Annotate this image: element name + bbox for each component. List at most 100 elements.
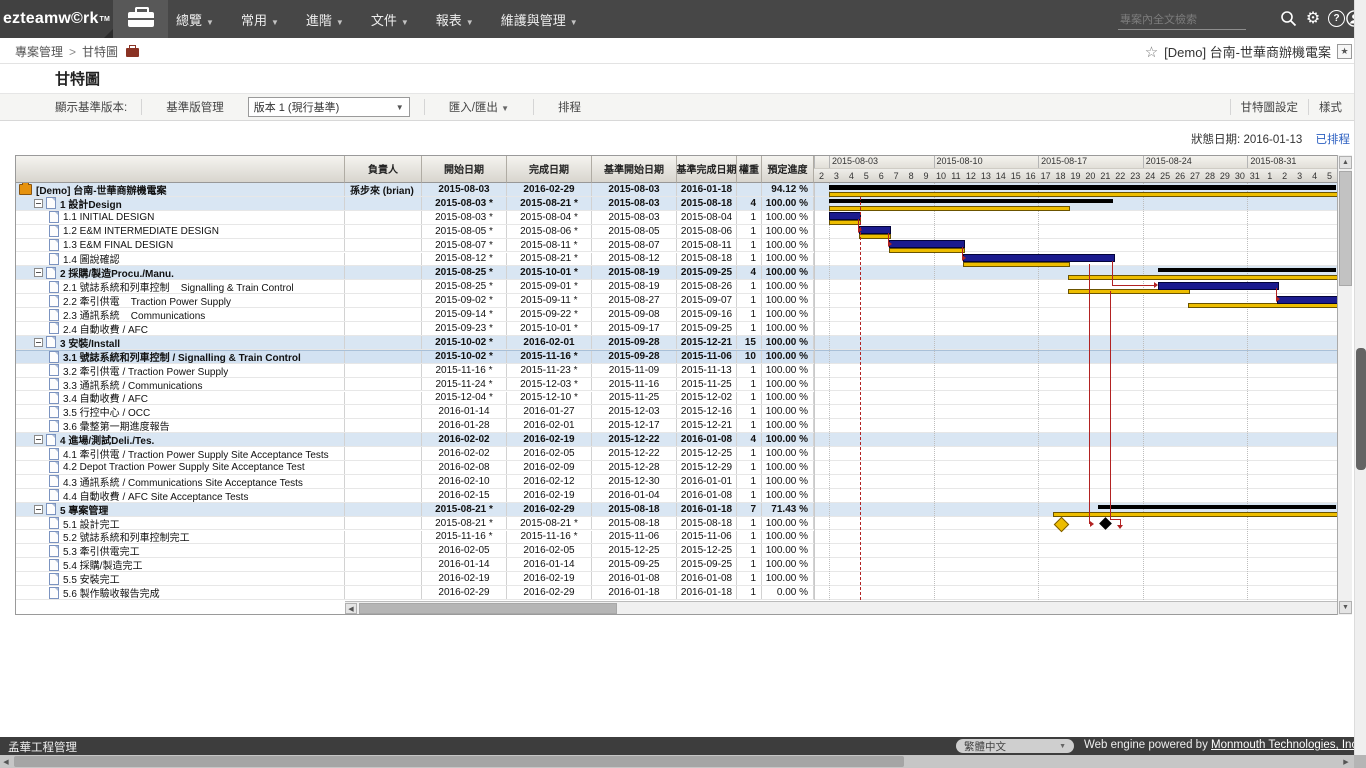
- browser-vscroll-thumb[interactable]: [1356, 348, 1366, 470]
- import-export-button[interactable]: 匯入/匯出 ▼: [439, 99, 519, 115]
- scheduled-link[interactable]: 已排程: [1316, 134, 1351, 146]
- baseline-manage-button[interactable]: 基準版管理: [156, 99, 234, 115]
- task-row[interactable]: 5.4 採購/製造完工2016-01-142016-01-142015-09-2…: [15, 558, 1337, 572]
- column-header[interactable]: 基準完成日期: [677, 155, 737, 183]
- app-logo[interactable]: ezteamw©rkTM: [0, 0, 113, 38]
- gear-icon[interactable]: ⚙: [1304, 10, 1322, 28]
- task-row[interactable]: 3 安裝/Install2015-10-02 *2016-02-012015-0…: [15, 336, 1337, 350]
- gantt-bar-summary[interactable]: [1098, 505, 1336, 509]
- gantt-bar-baseline[interactable]: [889, 248, 966, 253]
- task-row[interactable]: 4.2 Depot Traction Power Supply Site Acc…: [15, 461, 1337, 475]
- gantt-bar-baseline[interactable]: [829, 192, 1338, 197]
- collapse-expander-icon[interactable]: [34, 435, 43, 444]
- task-row[interactable]: 2.4 自動收費 / AFC2015-09-23 *2015-10-01 *20…: [15, 322, 1337, 336]
- scroll-down-arrow[interactable]: ▼: [1339, 601, 1352, 614]
- browser-hscroll-thumb[interactable]: [14, 756, 904, 767]
- gantt-bar-actual[interactable]: [963, 254, 1114, 262]
- gantt-bar-actual[interactable]: [859, 226, 891, 234]
- scroll-left-arrow[interactable]: ◀: [345, 603, 357, 614]
- project-star-badge-icon[interactable]: ★: [1337, 44, 1352, 59]
- task-name-cell: 2 採購/製造Procu./Manu.: [15, 266, 345, 279]
- search-icon[interactable]: [1280, 10, 1298, 28]
- column-header[interactable]: 完成日期: [507, 155, 592, 183]
- breadcrumb-section[interactable]: 專案管理: [15, 45, 63, 59]
- gantt-bar-summary[interactable]: [829, 199, 1113, 203]
- gantt-bar-baseline[interactable]: [829, 206, 1070, 211]
- browser-horizontal-scrollbar[interactable]: ◀ ▶: [0, 755, 1366, 768]
- collapse-expander-icon[interactable]: [34, 199, 43, 208]
- browser-vertical-scrollbar[interactable]: [1354, 0, 1366, 755]
- scroll-left-arrow[interactable]: ◀: [0, 756, 12, 767]
- baseline-version-select[interactable]: 版本 1 (現行基準)▼: [248, 97, 410, 117]
- collapse-expander-icon[interactable]: [34, 268, 43, 277]
- task-row[interactable]: 5.2 號誌系統和列車控制完工2015-11-16 *2015-11-16 *2…: [15, 531, 1337, 545]
- collapse-expander-icon[interactable]: [34, 505, 43, 514]
- gantt-bar-actual[interactable]: [829, 212, 861, 220]
- task-row[interactable]: 3.6 彙整第一期進度報告2016-01-282016-02-012015-12…: [15, 419, 1337, 433]
- style-button[interactable]: 樣式: [1309, 99, 1352, 115]
- menu-item[interactable]: 常用▼: [241, 10, 279, 29]
- gantt-bar-baseline[interactable]: [1053, 512, 1338, 517]
- task-row[interactable]: 4 進場/測試Deli./Tes.2016-02-022016-02-19201…: [15, 433, 1337, 447]
- gantt-bar-baseline[interactable]: [1068, 289, 1190, 294]
- gantt-bar-actual[interactable]: [1277, 296, 1338, 304]
- column-header[interactable]: 權重: [737, 155, 762, 183]
- menu-item[interactable]: 維護與管理▼: [501, 10, 578, 29]
- column-header[interactable]: 開始日期: [422, 155, 507, 183]
- task-row[interactable]: 1.2 E&M INTERMEDIATE DESIGN2015-08-05 *2…: [15, 225, 1337, 239]
- column-header[interactable]: 預定進度: [762, 155, 814, 183]
- help-icon[interactable]: ?: [1328, 10, 1346, 28]
- gantt-bar-actual[interactable]: [889, 240, 966, 248]
- timeline-day-cell: 13: [978, 168, 994, 183]
- collapse-expander-icon[interactable]: [34, 338, 43, 347]
- gantt-settings-button[interactable]: 甘特圖設定: [1231, 99, 1309, 115]
- gantt-bar-baseline[interactable]: [829, 220, 861, 225]
- search-input[interactable]: [1118, 9, 1250, 31]
- gantt-bar-summary[interactable]: [829, 185, 1336, 190]
- gantt-bar-baseline[interactable]: [1188, 303, 1338, 308]
- menu-item[interactable]: 總覽▼: [176, 10, 214, 29]
- task-row[interactable]: 2.3 通訊系統 Communications2015-09-14 *2015-…: [15, 308, 1337, 322]
- task-row[interactable]: 5.5 安裝完工2016-02-192016-02-192016-01-0820…: [15, 572, 1337, 586]
- menu-item[interactable]: 文件▼: [371, 10, 409, 29]
- task-row[interactable]: 3.2 牽引供電 / Traction Power Supply2015-11-…: [15, 364, 1337, 378]
- workspace-button[interactable]: [113, 0, 168, 38]
- task-row[interactable]: 4.3 通訊系統 / Communications Site Acceptanc…: [15, 475, 1337, 489]
- task-row[interactable]: 1.1 INITIAL DESIGN2015-08-03 *2015-08-04…: [15, 211, 1337, 225]
- column-header[interactable]: 負責人: [345, 155, 422, 183]
- grid-cell: 1: [737, 239, 762, 252]
- task-row[interactable]: 5.1 設計完工2015-08-21 *2015-08-21 *2015-08-…: [15, 517, 1337, 531]
- task-row[interactable]: 3.4 自動收費 / AFC2015-12-04 *2015-12-10 *20…: [15, 392, 1337, 406]
- gantt-bar-baseline[interactable]: [1068, 275, 1338, 280]
- task-row[interactable]: 5.6 製作驗收報告完成2016-02-292016-02-292016-01-…: [15, 586, 1337, 600]
- task-row[interactable]: 5.3 牽引供電完工2016-02-052016-02-052015-12-25…: [15, 544, 1337, 558]
- grid-vertical-scrollbar[interactable]: ▲ ▼: [1337, 155, 1352, 615]
- grid-horizontal-scrollbar[interactable]: ◀: [345, 601, 1337, 614]
- grid-hscroll-thumb[interactable]: [359, 603, 617, 614]
- menu-item[interactable]: 進階▼: [306, 10, 344, 29]
- powered-by-link[interactable]: Monmouth Technologies, Inc.: [1211, 739, 1360, 751]
- schedule-button[interactable]: 排程: [548, 99, 591, 115]
- task-row[interactable]: 1.3 E&M FINAL DESIGN2015-08-07 *2015-08-…: [15, 239, 1337, 253]
- column-header-name[interactable]: [15, 155, 345, 183]
- favorite-star-icon[interactable]: ☆: [1145, 43, 1158, 61]
- task-row[interactable]: 2.2 牽引供電 Traction Power Supply2015-09-02…: [15, 294, 1337, 308]
- task-row[interactable]: 3.3 通訊系統 / Communications2015-11-24 *201…: [15, 378, 1337, 392]
- task-row[interactable]: 4.4 自動收費 / AFC Site Acceptance Tests2016…: [15, 489, 1337, 503]
- menu-item[interactable]: 報表▼: [436, 10, 474, 29]
- task-row[interactable]: 3.1 號誌系統和列車控制 / Signalling & Train Contr…: [15, 350, 1337, 364]
- scroll-right-arrow[interactable]: ▶: [1340, 756, 1352, 767]
- gantt-bar-baseline[interactable]: [859, 234, 891, 239]
- task-row[interactable]: 4.1 牽引供電 / Traction Power Supply Site Ac…: [15, 447, 1337, 461]
- scroll-up-arrow[interactable]: ▲: [1339, 156, 1352, 169]
- language-select[interactable]: 繁體中文 ▼: [956, 739, 1074, 753]
- grid-vscroll-thumb[interactable]: [1339, 171, 1352, 286]
- task-row[interactable]: 1 設計Design2015-08-03 *2015-08-21 *2015-0…: [15, 197, 1337, 211]
- column-header[interactable]: 基準開始日期: [592, 155, 677, 183]
- task-row[interactable]: 1.4 圖說確認2015-08-12 *2015-08-21 *2015-08-…: [15, 253, 1337, 267]
- gantt-bar-actual[interactable]: [1158, 282, 1280, 290]
- task-name-cell: 2.3 通訊系統 Communications: [15, 308, 345, 321]
- gantt-bar-summary[interactable]: [1158, 268, 1336, 272]
- task-row[interactable]: 3.5 行控中心 / OCC2016-01-142016-01-272015-1…: [15, 405, 1337, 419]
- gantt-bar-baseline[interactable]: [963, 262, 1070, 267]
